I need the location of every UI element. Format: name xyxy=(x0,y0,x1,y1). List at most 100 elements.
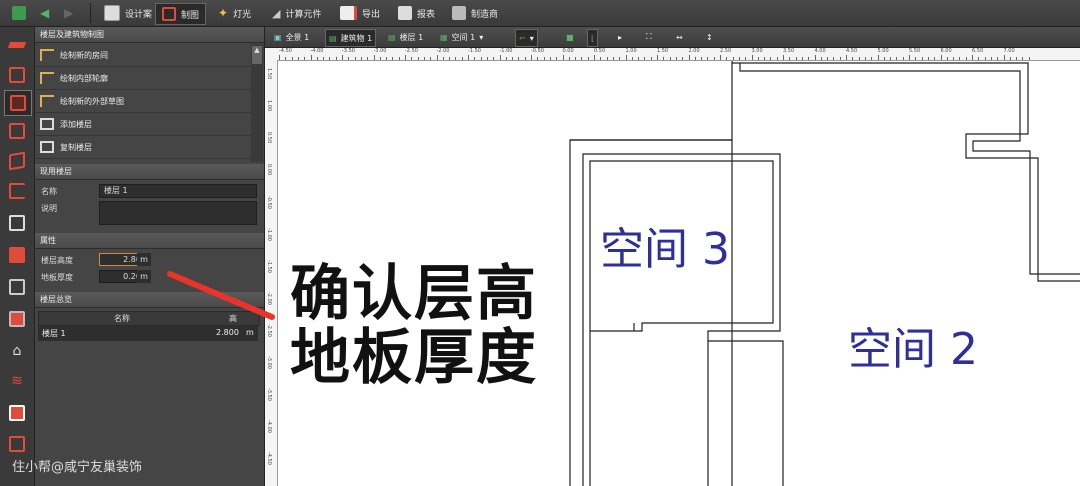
action-add-floor[interactable]: 添加楼层 xyxy=(35,113,251,136)
view-building-label: 建筑物 1 xyxy=(340,33,373,43)
tool-room[interactable] xyxy=(4,119,30,143)
ruler-tick xyxy=(902,57,904,60)
draw-button[interactable]: 制图 xyxy=(155,3,207,25)
floor-icon xyxy=(10,95,26,111)
ruler-top-label: -2.00 xyxy=(436,48,450,54)
tool-box[interactable] xyxy=(4,211,30,235)
save-icon xyxy=(12,6,26,20)
tool-door[interactable] xyxy=(4,149,30,173)
ruler-tick xyxy=(386,57,388,60)
ruler-tick xyxy=(310,55,312,60)
panel-scrollbar[interactable]: ▲ xyxy=(251,44,263,162)
measure-vertical-button[interactable]: ↕ xyxy=(703,29,716,45)
ruler-tick xyxy=(612,57,614,60)
tool-eraser[interactable] xyxy=(4,33,30,57)
eraser-icon xyxy=(7,42,27,48)
scroll-up-icon[interactable]: ▲ xyxy=(252,46,262,64)
save-button[interactable] xyxy=(6,3,32,23)
ruler-tick xyxy=(953,57,955,60)
action-draw-room[interactable]: 绘制新的房间 xyxy=(35,44,251,67)
calc-button[interactable]: ◢ 计算元件 xyxy=(266,3,327,23)
ruler-tick xyxy=(304,57,306,60)
tool-terrain[interactable]: ≋ xyxy=(4,369,30,393)
ruler-top-label: -3.50 xyxy=(342,48,355,54)
tool-outline[interactable] xyxy=(4,179,30,203)
ruler-tick xyxy=(883,57,885,60)
tool-cube[interactable] xyxy=(4,275,30,299)
ruler-tick xyxy=(606,57,608,60)
floor-icon: ▤ xyxy=(388,32,396,42)
ruler-tick xyxy=(619,57,621,60)
action-draw-outer[interactable]: 绘制新的外部草图 xyxy=(35,90,251,113)
view-3d[interactable]: ■ xyxy=(563,29,577,45)
view-building[interactable]: ▤ 建筑物 1 xyxy=(325,29,377,47)
light-button[interactable]: ✦ 灯光 xyxy=(212,3,257,23)
ruler-tick xyxy=(745,57,747,60)
watermark: 住小帮@咸宁友巢装饰 xyxy=(12,460,143,475)
terrain-icon: ≋ xyxy=(11,373,23,389)
floor-thickness-label: 地板厚度 xyxy=(41,273,73,282)
view-full[interactable]: ▣ 全景 1 xyxy=(271,29,312,45)
maker-button[interactable]: 制造商 xyxy=(446,3,504,23)
ruler-tick xyxy=(568,57,570,60)
overview-row[interactable]: 楼层 1 2.800 m xyxy=(38,326,258,341)
view-space[interactable]: ▦ 空间 1 ▾ xyxy=(437,29,486,45)
ruler-tick xyxy=(455,57,457,60)
design-button[interactable]: 设计案 xyxy=(98,3,158,23)
ruler-tick xyxy=(493,57,495,60)
room-label-2: 空间 2 xyxy=(848,324,978,375)
more-button[interactable]: ▸ xyxy=(615,29,625,45)
report-button[interactable]: 报表 xyxy=(392,3,441,23)
tool-object[interactable] xyxy=(4,307,30,331)
tool-stairs[interactable] xyxy=(4,243,30,267)
undo-button[interactable]: ◀ xyxy=(34,3,55,23)
ruler-tick xyxy=(877,55,879,60)
ruler-top-label: 6.50 xyxy=(972,48,984,54)
floor-name-field[interactable]: 楼层 1 xyxy=(99,184,257,198)
ruler-tick xyxy=(348,57,350,60)
view-outline[interactable]: ⌊ xyxy=(587,29,599,47)
tool-measure[interactable] xyxy=(4,432,30,456)
ruler-tick xyxy=(537,57,539,60)
measure-horizontal-button[interactable]: ↔ xyxy=(673,29,686,45)
tool-floor[interactable] xyxy=(4,90,32,116)
ruler-tick xyxy=(795,57,797,60)
annotation-line-1: 确认层高 xyxy=(290,259,538,329)
view-space-label: 空间 1 xyxy=(451,32,476,42)
ruler-left-label: 0.00 xyxy=(266,164,272,176)
tool-wall[interactable] xyxy=(4,63,30,87)
view-floor[interactable]: ▤ 楼层 1 xyxy=(385,29,426,45)
ruler-tick xyxy=(720,55,721,60)
action-copy-floor[interactable]: 复制楼层 xyxy=(35,136,251,159)
ruler-tick xyxy=(505,57,507,60)
ruler-tick xyxy=(921,57,923,60)
plan-icon: ⌐ xyxy=(519,33,526,43)
more-icon: ▸ xyxy=(618,32,623,42)
ruler-top-label: 3.50 xyxy=(783,48,795,54)
ruler-tick xyxy=(518,57,520,60)
action-label: 绘制新的外部草图 xyxy=(60,96,124,106)
view-plan[interactable]: ⌐ ▾ xyxy=(515,29,538,47)
ruler-top-label: -0.50 xyxy=(531,48,544,54)
redo-button[interactable]: ▶ xyxy=(58,3,79,23)
room-icon xyxy=(9,123,25,139)
current-floor-header: 现用楼层 xyxy=(35,164,264,180)
ruler-tick xyxy=(638,57,640,60)
ruler-top-label: 1.50 xyxy=(657,48,669,54)
text-icon xyxy=(9,405,25,421)
ruler-tick xyxy=(392,57,394,60)
desc-label: 说明 xyxy=(41,204,57,213)
zoom-fit-button[interactable]: ⛶ xyxy=(643,29,655,45)
ruler-top-label: 2.00 xyxy=(688,48,700,54)
ruler-tick xyxy=(398,57,400,60)
floor-thickness-unit: m xyxy=(137,270,151,283)
action-label: 绘制内部轮廓 xyxy=(60,73,108,83)
export-button[interactable]: 导出 xyxy=(334,3,386,23)
ruler-tick xyxy=(972,55,973,60)
ruler-left-label: -3.50 xyxy=(266,388,272,401)
action-draw-inner[interactable]: 绘制内部轮廓 xyxy=(35,67,251,90)
tool-roof[interactable]: ⌂ xyxy=(4,339,30,363)
floor-desc-field[interactable] xyxy=(99,201,257,225)
tool-text[interactable] xyxy=(4,401,30,425)
ruler-tick xyxy=(846,55,847,60)
